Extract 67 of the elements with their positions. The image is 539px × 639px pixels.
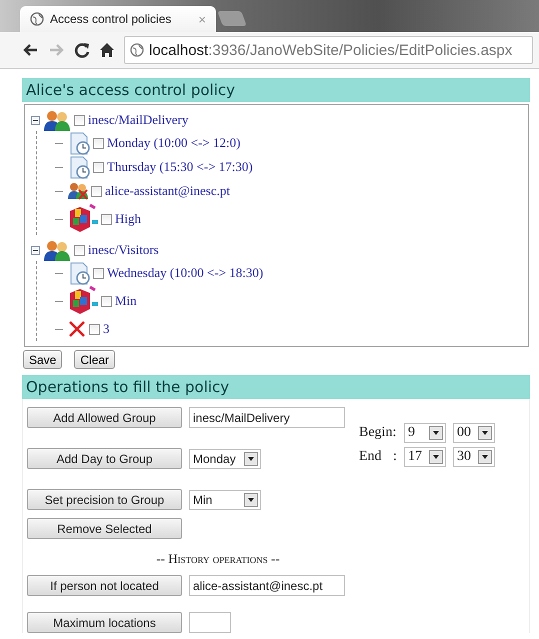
dropdown-arrow-icon — [432, 430, 440, 436]
checkbox[interactable] — [93, 138, 104, 148]
section-header: Alice's access control policy — [22, 78, 530, 102]
cross-icon — [68, 320, 86, 338]
blocks-icon — [68, 203, 98, 235]
tree-item-label[interactable]: inesc/MailDelivery — [88, 112, 188, 128]
text-field[interactable]: inesc/MailDelivery — [189, 407, 345, 428]
dropdown-arrow-icon — [480, 430, 489, 436]
tree-item-label[interactable]: alice-assistant@inesc.pt — [105, 183, 230, 199]
dropdown-arrow-icon — [480, 454, 489, 460]
checkbox[interactable] — [101, 296, 112, 306]
checkbox[interactable] — [89, 324, 100, 334]
action-button[interactable]: Add Allowed Group — [27, 407, 182, 428]
dropdown-arrow-icon — [432, 454, 440, 460]
tree-item-label[interactable]: Wednesday (10:00 <-> 18:30) — [107, 265, 264, 281]
action-button[interactable]: Set precision to Group — [27, 489, 182, 510]
tree-item-label[interactable]: Thursday (15:30 <-> 17:30) — [107, 159, 253, 175]
dropdown[interactable]: 9 — [404, 423, 446, 443]
checkbox[interactable] — [101, 214, 112, 224]
checkbox[interactable] — [74, 244, 85, 256]
blocks-icon — [68, 285, 98, 317]
section-header: Operations to fill the policy — [22, 375, 530, 399]
group-icon — [43, 239, 71, 261]
tree-item-label[interactable]: High — [115, 211, 141, 227]
dropdown-arrow-icon — [247, 456, 255, 462]
dropdown[interactable]: 00 — [452, 423, 495, 443]
address-bar[interactable]: localhost:3936/JanoWebSite/Policies/EditPolicies.aspx — [124, 36, 533, 64]
text-field[interactable]: alice-assistant@inesc.pt — [189, 575, 345, 596]
dropdown[interactable]: 30 — [452, 447, 495, 467]
dropdown-arrow-icon — [247, 496, 255, 502]
collapse-icon[interactable] — [31, 246, 40, 254]
url-text: localhost:3936/JanoWebSite/Policies/EditPolicies.aspx — [149, 42, 512, 58]
globe-icon — [130, 43, 144, 57]
checkbox[interactable] — [93, 162, 104, 172]
form-button[interactable]: Clear — [74, 350, 116, 369]
dropdown[interactable]: 17 — [404, 447, 446, 467]
browser-tab[interactable]: Access control policies × — [20, 6, 216, 32]
form-button[interactable]: Save — [23, 350, 62, 369]
tree-item-label[interactable]: inesc/Visitors — [88, 242, 159, 258]
group-icon — [43, 109, 71, 131]
tree-item-label[interactable]: 3 — [103, 321, 110, 337]
checkbox[interactable] — [93, 268, 104, 278]
text-field[interactable] — [189, 612, 231, 633]
tree-item-label[interactable]: Monday (10:00 <-> 12:0) — [107, 135, 240, 151]
back-icon[interactable] — [22, 42, 39, 58]
action-button[interactable]: Add Day to Group — [27, 448, 182, 469]
dropdown[interactable]: Min — [189, 490, 261, 510]
action-button[interactable]: If person not located — [27, 575, 182, 596]
calendar-clock-icon — [68, 131, 90, 155]
user-pair-icon — [68, 182, 88, 200]
dropdown[interactable]: Monday — [189, 448, 261, 468]
calendar-clock-icon — [68, 261, 90, 285]
collapse-icon[interactable] — [31, 116, 40, 124]
checkbox[interactable] — [91, 186, 102, 196]
field-label: End : — [359, 449, 397, 465]
tree-item-label[interactable]: Min — [115, 293, 137, 309]
action-button[interactable]: Remove Selected — [27, 518, 182, 539]
globe-icon — [30, 12, 44, 26]
action-button[interactable]: Maximum locations — [27, 612, 182, 633]
forward-icon[interactable] — [48, 42, 65, 58]
checkbox[interactable] — [74, 114, 85, 126]
section-separator: -- History operations -- — [155, 550, 281, 567]
new-tab-button[interactable] — [217, 11, 247, 26]
reload-icon[interactable] — [74, 42, 90, 58]
field-label: Begin: — [359, 425, 397, 441]
home-icon[interactable] — [99, 42, 115, 58]
calendar-clock-icon — [68, 155, 90, 179]
